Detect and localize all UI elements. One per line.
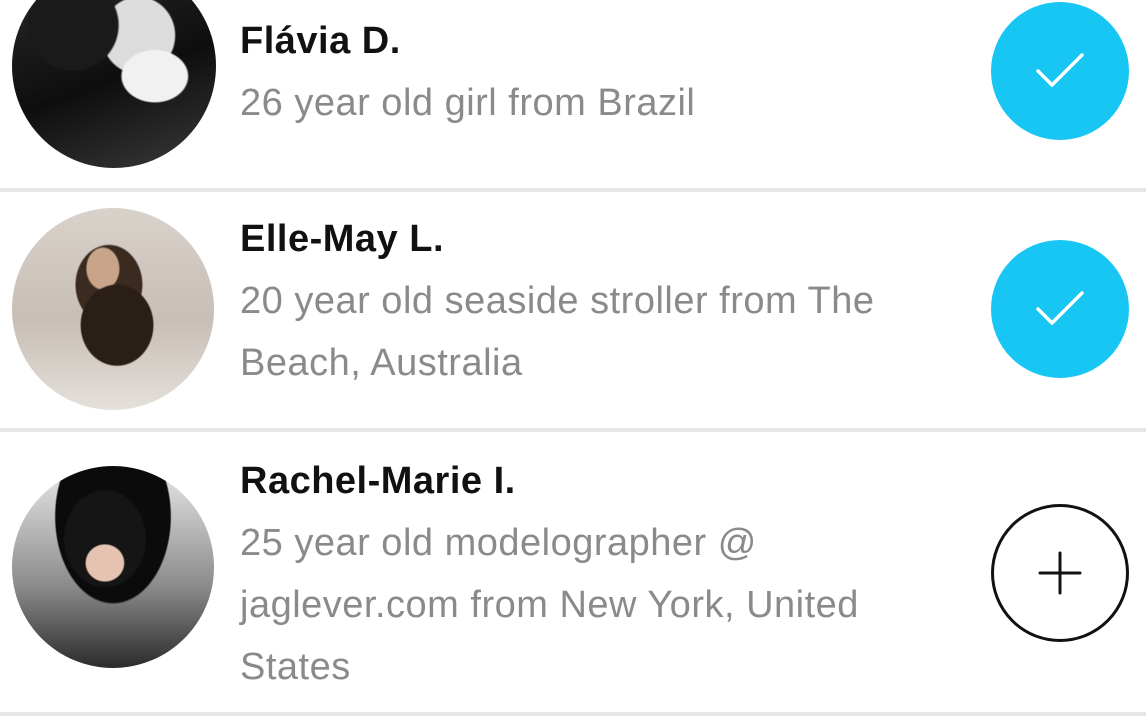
- avatar[interactable]: [12, 0, 216, 168]
- user-name: Elle-May L.: [240, 218, 444, 260]
- user-description: 25 year old modelographer @ jaglever.com…: [240, 522, 859, 688]
- avatar[interactable]: [12, 208, 214, 410]
- following-button[interactable]: [991, 240, 1129, 378]
- list-item[interactable]: Rachel-Marie I. 25 year old modelographe…: [0, 432, 1146, 716]
- avatar[interactable]: [12, 466, 214, 668]
- user-description: 20 year old seaside stroller from The Be…: [240, 280, 875, 384]
- list-item[interactable]: Flávia D. 26 year old girl from Brazil: [0, 0, 1146, 192]
- follow-button[interactable]: [991, 504, 1129, 642]
- plus-icon: [1038, 551, 1082, 595]
- user-list: Flávia D. 26 year old girl from Brazil E…: [0, 0, 1146, 716]
- user-description: 26 year old girl from Brazil: [240, 82, 696, 124]
- user-name: Rachel-Marie I.: [240, 460, 516, 502]
- checkmark-icon: [1036, 53, 1084, 87]
- user-name: Flávia D.: [240, 20, 401, 62]
- list-item[interactable]: Elle-May L. 20 year old seaside stroller…: [0, 192, 1146, 432]
- checkmark-icon: [1036, 291, 1084, 325]
- following-button[interactable]: [991, 2, 1129, 140]
